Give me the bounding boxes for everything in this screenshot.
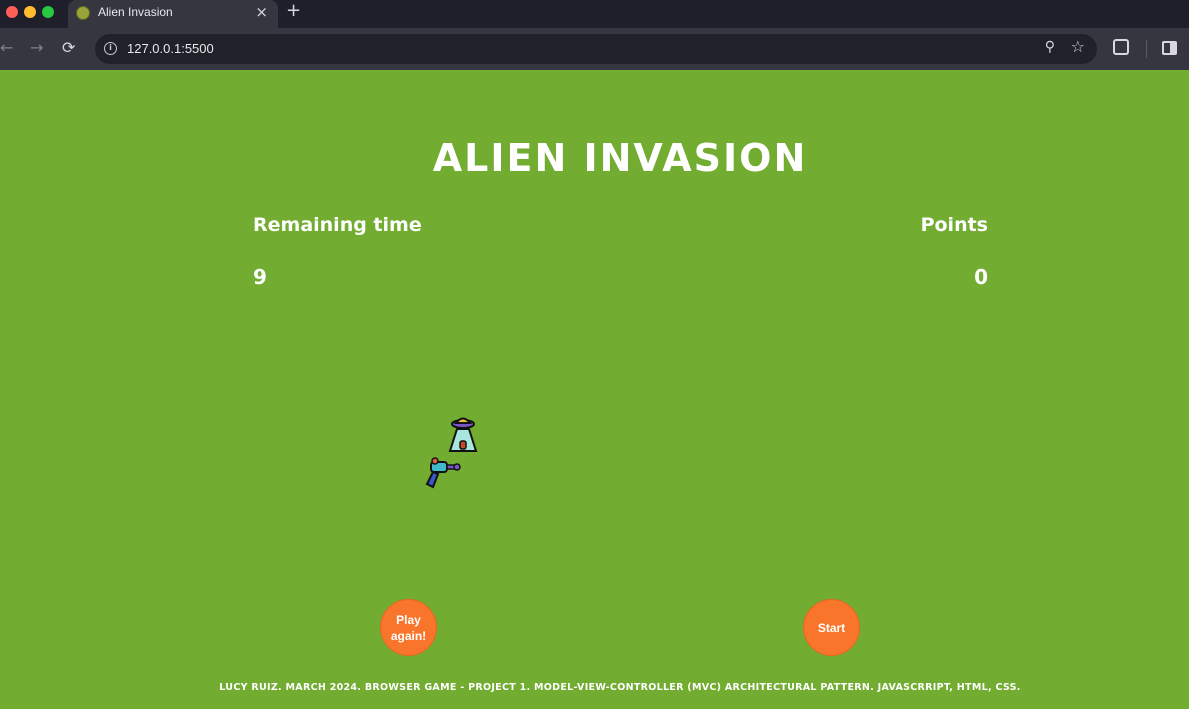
- minimize-window-button[interactable]: [24, 6, 36, 18]
- remaining-time-value: 9: [253, 265, 267, 289]
- back-arrow-icon[interactable]: ←: [0, 38, 13, 58]
- browser-toolbar: ← → ⟳ i 127.0.0.1:5500 ⚲ ☆: [0, 28, 1189, 70]
- browser-tab[interactable]: Alien Invasion ×: [68, 0, 278, 28]
- start-button[interactable]: Start: [803, 599, 860, 656]
- game-title: ALIEN INVASION: [432, 136, 808, 180]
- play-again-label: Play again!: [390, 612, 427, 643]
- address-bar[interactable]: i 127.0.0.1:5500 ⚲ ☆: [95, 34, 1097, 64]
- new-tab-button[interactable]: +: [286, 0, 301, 21]
- points-value: 0: [974, 265, 988, 289]
- site-info-icon[interactable]: i: [104, 42, 117, 55]
- bookmark-star-icon[interactable]: ☆: [1071, 37, 1085, 56]
- ufo-alien-icon[interactable]: [448, 415, 478, 453]
- forward-arrow-icon[interactable]: →: [30, 38, 43, 58]
- raygun-cursor-icon: [425, 457, 461, 489]
- maximize-window-button[interactable]: [42, 6, 54, 18]
- page-footer: LUCY RUIZ. MARCH 2024. BROWSER GAME - PR…: [219, 682, 1021, 693]
- start-label: Start: [817, 620, 846, 635]
- browser-tab-bar: Alien Invasion × +: [0, 0, 1189, 28]
- remaining-time-label: Remaining time: [253, 214, 422, 236]
- play-again-button[interactable]: Play again!: [380, 599, 437, 656]
- side-panel-icon[interactable]: [1162, 41, 1177, 55]
- extensions-icon[interactable]: [1113, 39, 1129, 55]
- tab-close-icon[interactable]: ×: [255, 3, 268, 21]
- tab-title: Alien Invasion: [98, 5, 173, 19]
- points-label: Points: [920, 214, 988, 236]
- favicon-icon: [76, 6, 90, 20]
- close-window-button[interactable]: [6, 6, 18, 18]
- url-text[interactable]: 127.0.0.1:5500: [127, 41, 214, 56]
- reload-icon[interactable]: ⟳: [62, 38, 75, 58]
- zoom-icon[interactable]: ⚲: [1045, 39, 1055, 55]
- toolbar-divider: [1146, 40, 1147, 58]
